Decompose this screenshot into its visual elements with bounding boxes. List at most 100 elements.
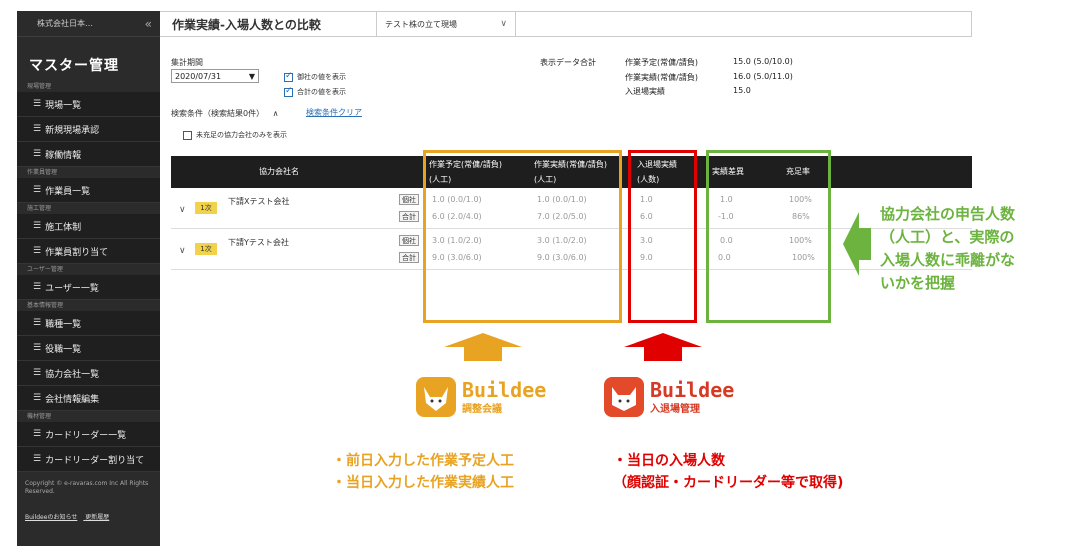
menu-icon: ☰ [33, 454, 42, 464]
sidebar-item-label: 作業員一覧 [45, 186, 91, 197]
summary-name-2: 入退場実績 [625, 87, 665, 96]
buildee-entry-logo: Buildee 入退場管理 [604, 377, 734, 417]
summary-value-2: 15.0 [733, 86, 751, 95]
shiba-logo-icon [604, 377, 644, 417]
checkbox-icon [183, 130, 192, 140]
sidebar-menu: 現場管理 ☰ 現場一覧 ☰ 新規現場承認 ☰ 稼働情報 作業員管理 ☰ 作業員一覧 施工管理 ☰ 施工体… [17, 81, 160, 472]
red-note: ・当日の入場人数 （顔認証・カードリーダー等で取得) [613, 450, 843, 494]
logo2-title: Buildee [650, 377, 735, 402]
sidebar-item-label: 施工体制 [45, 222, 82, 233]
sidebar-item-label: カードリーダー一覧 [45, 430, 127, 441]
menu-icon: ☰ [33, 99, 42, 109]
green-left-arrow-icon [843, 212, 871, 276]
green-note-line-2: （人工）と、実際の [880, 228, 1015, 246]
chevron-down-icon[interactable]: ∨ [179, 246, 186, 256]
orange-note: ・前日入力した作業予定人工 ・当日入力した作業実績人工 [332, 450, 514, 494]
sidebar-item[interactable]: ☰ カードリーダー割り当て [17, 447, 160, 472]
company-name[interactable]: 下請Yテスト会社 [228, 237, 289, 248]
sidebar-section: 基本情報管理 [17, 300, 160, 311]
green-highlight-box [706, 150, 831, 323]
col-company[interactable]: 協力会社名 [259, 166, 299, 178]
sidebar-section: 施工管理 [17, 203, 160, 214]
menu-icon: ☰ [33, 282, 42, 292]
sidebar-item-label: カードリーダー割り当て [45, 455, 145, 466]
sidebar-item-label: 職種一覧 [45, 319, 82, 330]
company-tag[interactable]: 個社 [399, 194, 419, 205]
search-label-text: 検索条件（検索結果0件） [171, 109, 265, 118]
sidebar-item-label: 協力会社一覧 [45, 369, 100, 380]
date-value: 2020/07/31 [175, 71, 222, 81]
company-name[interactable]: 下請Xテスト会社 [228, 196, 289, 207]
show-company-checkbox[interactable]: 御社の値を表示 [284, 71, 346, 82]
sidebar-item-label: 稼働情報 [45, 150, 82, 161]
red-up-arrow-icon [624, 333, 702, 361]
red-note-line-2: （顔認証・カードリーダー等で取得) [613, 475, 844, 491]
menu-icon: ☰ [33, 429, 42, 439]
chevron-down-icon[interactable]: ∨ [179, 205, 186, 215]
unfilled-only-checkbox[interactable]: 未充足の協力会社のみを表示 [183, 130, 287, 140]
tier-badge: 1次 [195, 243, 217, 255]
sidebar-item[interactable]: ☰ 施工体制 [17, 214, 160, 239]
sidebar-item[interactable]: ☰ 作業員割り当て [17, 239, 160, 264]
menu-icon: ☰ [33, 368, 42, 378]
sidebar-section: 機材管理 [17, 411, 160, 422]
sidebar-item[interactable]: ☰ カードリーダー一覧 [17, 422, 160, 447]
footer-links: Buildeeのお知らせ 更新履歴 [17, 496, 160, 521]
sidebar-item[interactable]: ☰ 協力会社一覧 [17, 361, 160, 386]
fox-logo-icon [416, 377, 456, 417]
page-title: 作業実績-入場人数との比較 [172, 17, 321, 32]
sidebar-item[interactable]: ☰ 新規現場承認 [17, 117, 160, 142]
total-tag[interactable]: 合計 [399, 211, 419, 222]
copyright: Copyright © e-ravaras.com Inc All Rights… [25, 480, 149, 495]
sidebar-section: ユーザー管理 [17, 264, 160, 275]
sidebar-item[interactable]: ☰ 会社情報編集 [17, 386, 160, 411]
chevron-up-icon[interactable]: ∧ [273, 109, 279, 118]
clear-search-link[interactable]: 検索条件クリア [306, 107, 362, 118]
checkbox-icon [284, 86, 293, 97]
checkbox-icon [284, 71, 293, 82]
company-tag[interactable]: 個社 [399, 235, 419, 246]
red-note-line-1: ・当日の入場人数 [613, 453, 725, 469]
site-select[interactable]: テスト株の立て現場 ∨ [376, 12, 516, 36]
orange-highlight-box [423, 150, 622, 323]
tier-badge: 1次 [195, 202, 217, 214]
sidebar-item[interactable]: ☰ ユーザー一覧 [17, 275, 160, 300]
changelog-link[interactable]: 更新履歴 [85, 514, 109, 521]
sidebar-item-label: 現場一覧 [45, 100, 82, 111]
show-company-label: 御社の値を表示 [297, 73, 346, 81]
menu-icon: ☰ [33, 343, 42, 353]
sidebar-item[interactable]: ☰ 現場一覧 [17, 92, 160, 117]
site-select-value: テスト株の立て現場 [385, 19, 457, 29]
company-name: 株式会社日本… [37, 19, 93, 28]
sidebar-item-label: 作業員割り当て [45, 247, 109, 258]
unfilled-only-label: 未充足の協力会社のみを表示 [196, 131, 287, 139]
news-link[interactable]: Buildeeのお知らせ [25, 514, 77, 521]
dropdown-arrow-icon: ▼ [248, 71, 255, 81]
sidebar-title: マスター管理 [29, 58, 119, 74]
sidebar-item[interactable]: ☰ 役職一覧 [17, 336, 160, 361]
period-label: 集計期間 [171, 58, 203, 67]
page-header: 作業実績-入場人数との比較 テスト株の立て現場 ∨ [160, 11, 972, 37]
company-selector[interactable]: 株式会社日本… « [17, 11, 160, 37]
summary-name-1: 作業実績(常傭/請負) [625, 73, 698, 82]
menu-icon: ☰ [33, 393, 42, 403]
menu-icon: ☰ [33, 185, 42, 195]
logo1-sub: 調整会議 [462, 403, 502, 415]
menu-icon: ☰ [33, 246, 42, 256]
sidebar-item[interactable]: ☰ 職種一覧 [17, 311, 160, 336]
date-picker[interactable]: 2020/07/31 ▼ [171, 69, 259, 83]
summary-label: 表示データ合計 [540, 58, 596, 67]
orange-note-line-2: ・当日入力した作業実績人工 [332, 475, 514, 491]
orange-note-line-1: ・前日入力した作業予定人工 [332, 453, 514, 469]
menu-icon: ☰ [33, 318, 42, 328]
show-total-checkbox[interactable]: 合計の値を表示 [284, 86, 346, 97]
chevron-down-icon: ∨ [500, 19, 507, 29]
search-condition-label[interactable]: 検索条件（検索結果0件） ∧ [171, 108, 279, 119]
sidebar-item[interactable]: ☰ 稼働情報 [17, 142, 160, 167]
summary-name-0: 作業予定(常傭/請負) [625, 58, 698, 67]
green-note-line-3: 入場人数に乖離がな [880, 251, 1016, 269]
total-tag[interactable]: 合計 [399, 252, 419, 263]
sidebar-item[interactable]: ☰ 作業員一覧 [17, 178, 160, 203]
green-note-line-1: 協力会社の申告人数 [880, 205, 1016, 223]
collapse-icon[interactable]: « [145, 17, 152, 31]
